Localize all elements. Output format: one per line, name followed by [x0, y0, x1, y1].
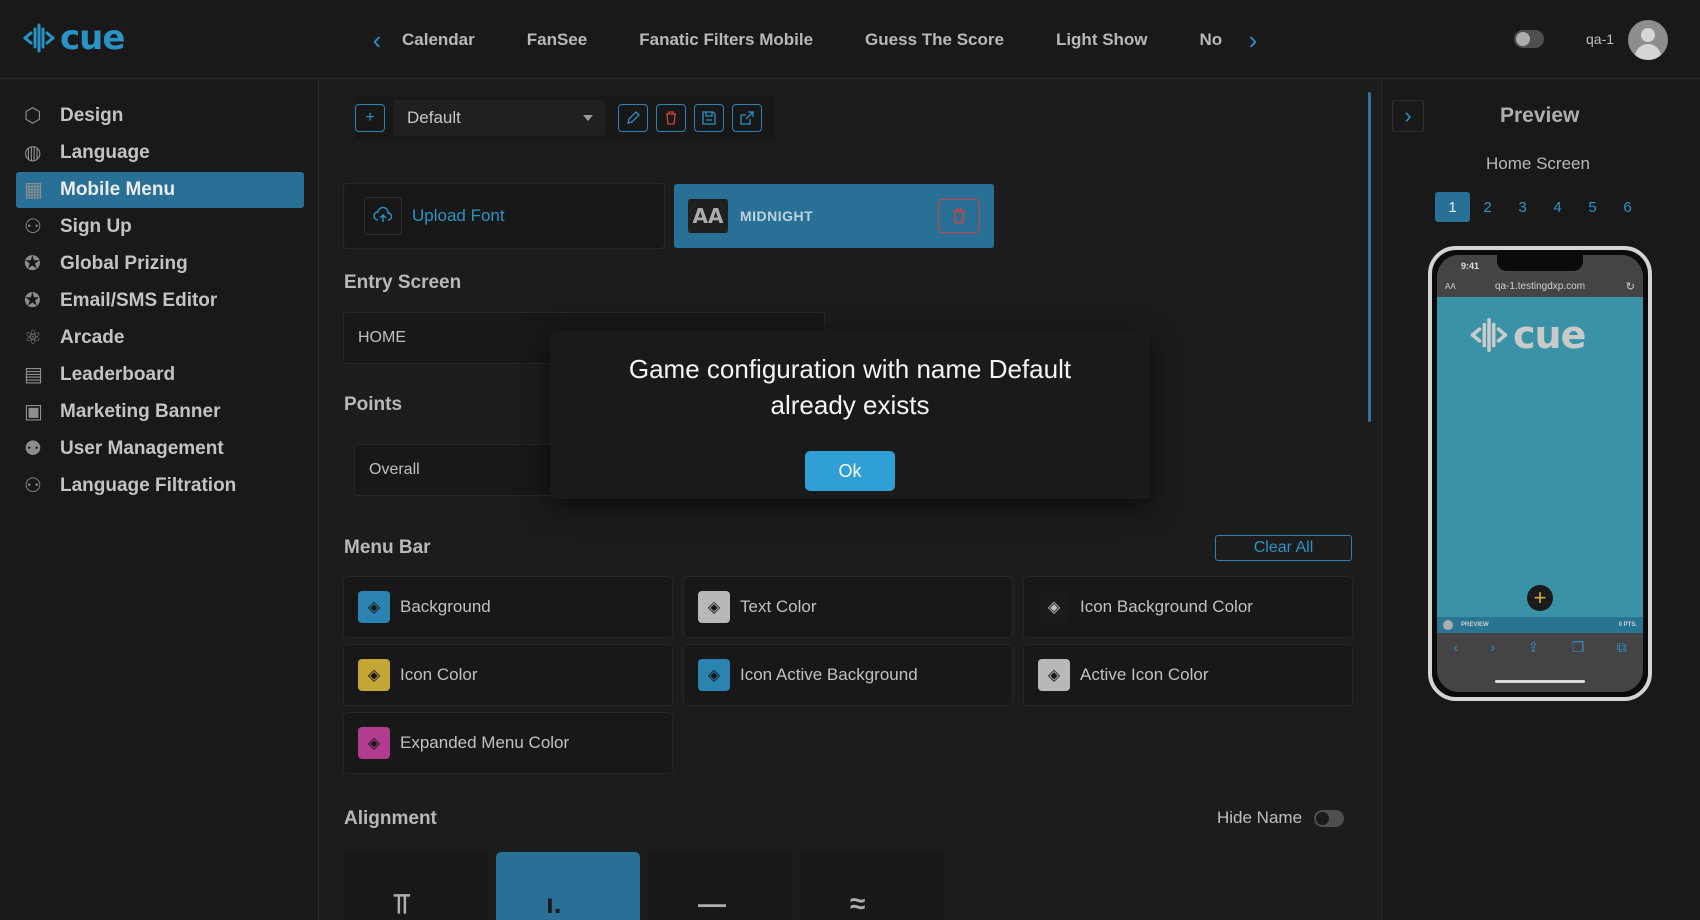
error-message: Game configuration with name Default alr…: [628, 354, 1072, 420]
error-dialog: Game configuration with name Default alr…: [550, 331, 1150, 499]
ok-button[interactable]: Ok: [805, 451, 895, 491]
